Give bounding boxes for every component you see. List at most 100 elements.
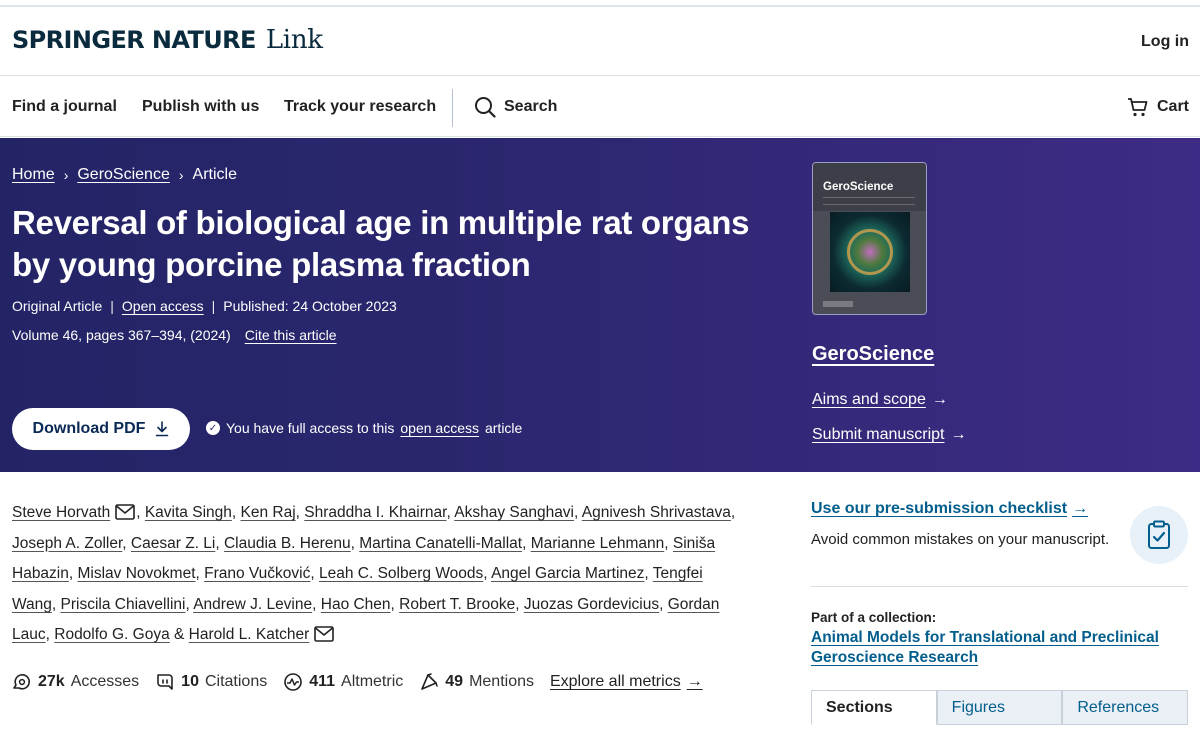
explore-metrics-link[interactable]: Explore all metrics → xyxy=(550,673,703,691)
metric-accesses: 27k Accesses xyxy=(12,672,139,692)
article-tabs: Sections Figures References xyxy=(811,690,1189,725)
article-meta: Original Article | Open access | Publish… xyxy=(12,298,397,314)
check-circle-icon: ✓ xyxy=(206,421,220,435)
author-link[interactable]: Agnivesh Shrivastava xyxy=(582,504,731,521)
cite-article-link[interactable]: Cite this article xyxy=(245,327,337,343)
nav-find-journal[interactable]: Find a journal xyxy=(12,98,117,116)
brand-sub: Link xyxy=(265,25,323,55)
author-link[interactable]: Caesar Z. Li xyxy=(131,535,215,552)
author-link[interactable]: Shraddha I. Khairnar xyxy=(304,504,446,521)
login-link[interactable]: Log in xyxy=(1141,33,1189,51)
arrow-right-icon: → xyxy=(686,673,703,690)
citations-value: 10 xyxy=(181,673,199,690)
author-link[interactable]: Martina Canatelli-Mallat xyxy=(359,535,522,552)
collection-label: Part of a collection: xyxy=(811,610,937,625)
author-link[interactable]: Rodolfo G. Goya xyxy=(54,626,169,643)
accesses-label: Accesses xyxy=(70,673,140,690)
author-link[interactable]: Steve Horvath xyxy=(12,504,110,521)
author-link[interactable]: Ken Raj xyxy=(241,504,296,521)
site-header: SPRINGER NATURE Link Log in xyxy=(0,9,1200,76)
journal-cover[interactable]: GeroScience xyxy=(812,162,927,315)
cover-footer xyxy=(823,301,853,307)
article-hero: Home › GeroScience › Article Reversal of… xyxy=(0,138,1200,472)
article-volume-row: Volume 46, pages 367–394, (2024) Cite th… xyxy=(12,327,337,343)
main-nav: Find a journal Publish with us Track you… xyxy=(0,77,1200,137)
author-link[interactable]: Wang xyxy=(12,596,52,613)
breadcrumb: Home › GeroScience › Article xyxy=(12,166,237,184)
author-link[interactable]: Lauc xyxy=(12,626,46,643)
author-link[interactable]: Robert T. Brooke xyxy=(399,596,515,613)
author-link[interactable]: Tengfei xyxy=(653,565,703,582)
author-link[interactable]: Joseph A. Zoller xyxy=(12,535,122,552)
nav-publish[interactable]: Publish with us xyxy=(142,98,259,116)
cart-button[interactable]: Cart xyxy=(1127,96,1189,118)
cover-artwork-ring xyxy=(847,229,893,275)
access-note-prefix: You have full access to this xyxy=(226,420,395,436)
pre-submission-checklist-link[interactable]: Use our pre-submission checklist → xyxy=(811,500,1088,518)
access-note-link[interactable]: open access xyxy=(400,420,479,436)
altmetric-value: 411 xyxy=(309,673,336,690)
tab-figures[interactable]: Figures xyxy=(936,690,1063,725)
download-icon xyxy=(156,421,169,437)
access-note-suffix: article xyxy=(484,420,523,436)
author-link[interactable]: Leah C. Solberg Woods xyxy=(319,565,483,582)
mail-icon[interactable] xyxy=(115,504,136,520)
breadcrumb-home[interactable]: Home xyxy=(12,166,55,184)
author-link[interactable]: Angel Garcia Martinez xyxy=(491,565,644,582)
cover-title: GeroScience xyxy=(823,181,894,193)
journal-name-link[interactable]: GeroScience xyxy=(812,343,934,366)
explore-metrics-label: Explore all metrics xyxy=(549,673,681,690)
cover-subtitle-lines xyxy=(823,197,915,205)
springer-nature-logo[interactable]: SPRINGER NATURE Link xyxy=(12,25,323,55)
author-link[interactable]: Marianne Lehmann xyxy=(531,535,665,552)
mail-icon[interactable] xyxy=(314,626,335,643)
megaphone-icon xyxy=(421,673,439,690)
download-pdf-button[interactable]: Download PDF xyxy=(12,408,190,450)
metric-citations: 10 Citations xyxy=(155,672,267,692)
author-link[interactable]: Gordan xyxy=(668,596,720,613)
open-access-link[interactable]: Open access xyxy=(122,298,204,314)
search-button[interactable]: Search xyxy=(474,96,557,118)
altmetric-icon xyxy=(284,673,303,691)
author-link[interactable]: Juozas Gordevicius xyxy=(524,596,659,613)
author-link[interactable]: Habazin xyxy=(12,565,69,582)
published-date: Published: 24 October 2023 xyxy=(223,298,397,314)
aims-scope-label: Aims and scope xyxy=(812,391,926,408)
author-link[interactable]: Priscila Chiavellini xyxy=(61,596,186,613)
article-metrics: 27k Accesses 10 Citations 411 Altmetric … xyxy=(12,672,703,692)
author-link[interactable]: Hao Chen xyxy=(321,596,391,613)
download-pdf-label: Download PDF xyxy=(32,420,146,437)
chevron-right-icon: › xyxy=(178,167,184,183)
clipboard-check-icon xyxy=(1148,520,1170,549)
nav-track-research[interactable]: Track your research xyxy=(284,98,436,116)
volume-info: Volume 46, pages 367–394, (2024) xyxy=(12,327,231,343)
author-link[interactable]: Siniša xyxy=(673,535,715,552)
author-link[interactable]: Claudia B. Herenu xyxy=(224,535,351,552)
arrow-right-icon: → xyxy=(931,391,948,408)
author-link[interactable]: Mislav Novokmet xyxy=(78,565,196,582)
collection-link[interactable]: Animal Models for Translational and Prec… xyxy=(811,628,1181,668)
cart-label: Cart xyxy=(1156,98,1189,115)
aims-scope-link[interactable]: Aims and scope → xyxy=(812,391,948,409)
clipboard-badge xyxy=(1130,506,1188,564)
sidebar-divider xyxy=(811,586,1188,587)
author-link[interactable]: Harold L. Katcher xyxy=(189,626,310,643)
access-note: ✓ You have full access to this open acce… xyxy=(206,420,522,436)
tab-sections[interactable]: Sections xyxy=(811,690,937,725)
brand-main: SPRINGER NATURE xyxy=(12,26,256,54)
chevron-right-icon: › xyxy=(63,167,69,183)
submit-manuscript-link[interactable]: Submit manuscript → xyxy=(812,426,967,444)
author-list: Steve Horvath, Kavita Singh, Ken Raj, Sh… xyxy=(12,504,736,644)
author-link[interactable]: Kavita Singh xyxy=(145,504,232,521)
mentions-value: 49 xyxy=(445,673,464,690)
author-link[interactable]: Frano Vučković xyxy=(204,565,310,582)
author-link[interactable]: Andrew J. Levine xyxy=(193,596,312,613)
checklist-description: Avoid common mistakes on your manuscript… xyxy=(811,531,1110,548)
article-title: Reversal of biological age in multiple r… xyxy=(12,204,750,283)
author-ampersand: & xyxy=(174,626,185,644)
tab-references[interactable]: References xyxy=(1062,690,1189,725)
cart-icon xyxy=(1127,98,1148,117)
search-label: Search xyxy=(504,98,558,115)
author-link[interactable]: Akshay Sanghavi xyxy=(454,504,574,521)
breadcrumb-journal[interactable]: GeroScience xyxy=(77,166,170,184)
